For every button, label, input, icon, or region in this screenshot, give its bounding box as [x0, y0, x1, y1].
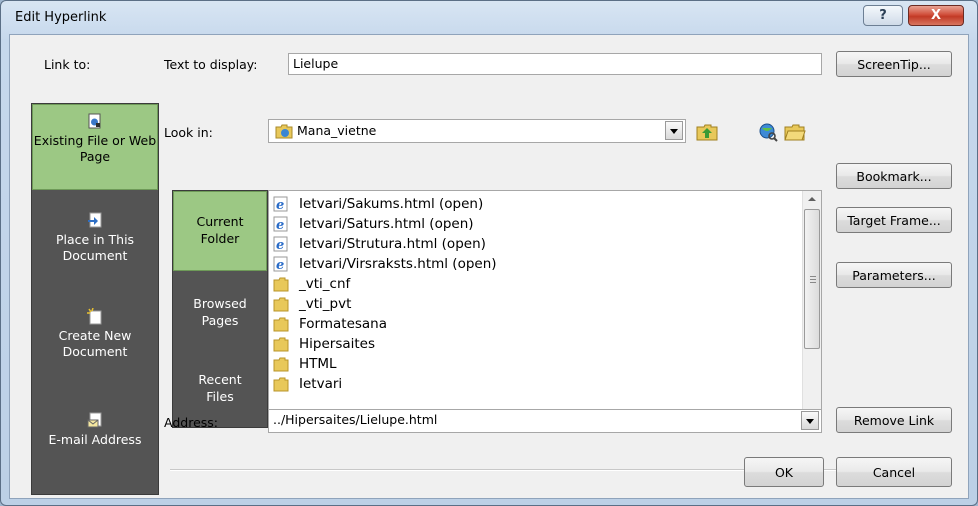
look-in-dropdown-arrow[interactable]	[665, 121, 683, 140]
browse-web-icon	[759, 123, 778, 142]
title-bar[interactable]: Edit Hyperlink ? X	[1, 1, 977, 33]
dialog-body: Link to: Existing File or Web Page Place…	[9, 34, 969, 499]
list-item[interactable]: Ietvari	[273, 374, 342, 393]
tab-recent-files-line1: Recent	[198, 372, 242, 387]
file-name: HTML	[299, 355, 337, 372]
list-item[interactable]: HTML	[273, 354, 337, 373]
list-item[interactable]: _vti_pvt	[273, 294, 351, 313]
close-button[interactable]: X	[908, 5, 964, 26]
link-to-existing-file-label: Existing File or Web Page	[33, 133, 157, 164]
browse-file-button[interactable]	[781, 119, 809, 145]
ie-page-icon: e	[273, 256, 288, 272]
place-in-document-icon	[88, 212, 102, 228]
scroll-up-arrow-icon[interactable]	[803, 191, 821, 208]
grip-icon	[810, 276, 816, 283]
list-item[interactable]: e Ietvari/Virsraksts.html (open)	[273, 254, 497, 273]
svg-text:e: e	[276, 198, 284, 212]
svg-text:e: e	[276, 218, 284, 232]
tab-browsed-pages-line1: Browsed	[193, 296, 247, 311]
list-item[interactable]: e Ietvari/Sakums.html (open)	[273, 194, 483, 213]
up-one-folder-icon	[696, 124, 718, 141]
tab-recent-files-line2: Files	[206, 389, 234, 404]
list-item[interactable]: Formatesana	[273, 314, 387, 333]
svg-text:e: e	[276, 238, 284, 252]
ie-page-icon: e	[273, 236, 288, 252]
text-to-display-input[interactable]: Lielupe	[288, 53, 822, 75]
ie-page-icon: e	[273, 196, 288, 212]
existing-file-icon	[88, 113, 101, 129]
list-item[interactable]: Hipersaites	[273, 334, 375, 353]
text-to-display-label: Text to display:	[164, 57, 258, 72]
link-to-existing-file[interactable]: Existing File or Web Page	[32, 104, 158, 190]
tab-browsed-pages[interactable]: Browsed Pages	[173, 283, 267, 353]
address-label: Address:	[164, 415, 218, 430]
screentip-button[interactable]: ScreenTip...	[836, 51, 952, 77]
folder-icon	[273, 277, 289, 291]
list-item[interactable]: e Ietvari/Strutura.html (open)	[273, 234, 486, 253]
file-list[interactable]: e Ietvari/Sakums.html (open) e Ietvari/S…	[268, 190, 822, 428]
tab-current-folder[interactable]: Current Folder	[173, 191, 267, 271]
address-combo[interactable]: ../Hipersaites/Lielupe.html	[268, 409, 822, 433]
ok-button[interactable]: OK	[744, 457, 824, 487]
look-in-combo[interactable]: Mana_vietne	[268, 119, 686, 143]
tab-current-folder-line2: Folder	[200, 231, 240, 246]
separator	[170, 469, 950, 471]
folder-icon	[273, 357, 289, 371]
svg-text:e: e	[276, 258, 284, 272]
dialog-title: Edit Hyperlink	[15, 10, 107, 25]
edit-hyperlink-dialog: Edit Hyperlink ? X Link to: Existing Fil…	[0, 0, 978, 506]
link-to-new-doc-label: Create New Document	[58, 328, 132, 359]
link-to-email[interactable]: E-mail Address	[32, 400, 158, 480]
file-name: _vti_cnf	[299, 275, 351, 292]
file-name: Formatesana	[299, 315, 388, 332]
link-to-label: Link to:	[44, 57, 91, 72]
link-to-place-in-document[interactable]: Place in This Document	[32, 204, 158, 284]
folder-icon	[273, 377, 289, 391]
file-name: Ietvari	[299, 375, 343, 392]
file-name: Ietvari/Sakums.html (open)	[299, 195, 484, 212]
email-icon	[87, 412, 102, 428]
link-to-new-document[interactable]: Create New Document	[32, 300, 158, 380]
tab-browsed-pages-line2: Pages	[201, 313, 239, 328]
look-in-label: Look in:	[164, 125, 213, 140]
target-frame-button[interactable]: Target Frame...	[836, 207, 952, 233]
file-list-scrollbar[interactable]	[802, 191, 821, 427]
close-icon: X	[930, 8, 942, 23]
browse-file-icon	[784, 124, 806, 141]
browse-tabs: Current Folder Browsed Pages Recent File…	[172, 190, 268, 428]
folder-icon	[273, 297, 289, 311]
remove-link-button[interactable]: Remove Link	[836, 407, 952, 433]
folder-icon	[273, 317, 289, 331]
new-document-icon	[87, 308, 102, 325]
address-dropdown-arrow[interactable]	[801, 411, 819, 430]
link-to-sidebar: Existing File or Web Page Place in This …	[31, 103, 159, 495]
scrollbar-thumb[interactable]	[804, 209, 820, 349]
bookmark-button[interactable]: Bookmark...	[836, 163, 952, 189]
file-name: Ietvari/Virsraksts.html (open)	[299, 255, 497, 272]
browse-web-button[interactable]	[754, 119, 782, 145]
file-name: _vti_pvt	[299, 295, 352, 312]
file-name: Hipersaites	[299, 335, 376, 352]
list-item[interactable]: _vti_cnf	[273, 274, 350, 293]
list-item[interactable]: e Ietvari/Saturs.html (open)	[273, 214, 474, 233]
folder-icon	[273, 337, 289, 351]
look-in-value: Mana_vietne	[297, 123, 377, 138]
web-folder-icon	[275, 124, 293, 139]
address-value: ../Hipersaites/Lielupe.html	[273, 412, 438, 427]
help-button[interactable]: ?	[863, 5, 903, 26]
link-to-email-label: E-mail Address	[48, 432, 142, 447]
file-name: Ietvari/Saturs.html (open)	[299, 215, 474, 232]
parameters-button[interactable]: Parameters...	[836, 262, 952, 288]
ie-page-icon: e	[273, 216, 288, 232]
link-to-place-label: Place in This Document	[55, 232, 135, 263]
tab-current-folder-line1: Current	[196, 214, 244, 229]
cancel-button[interactable]: Cancel	[836, 457, 952, 487]
up-one-folder-button[interactable]	[693, 119, 721, 145]
file-name: Ietvari/Strutura.html (open)	[299, 235, 486, 252]
